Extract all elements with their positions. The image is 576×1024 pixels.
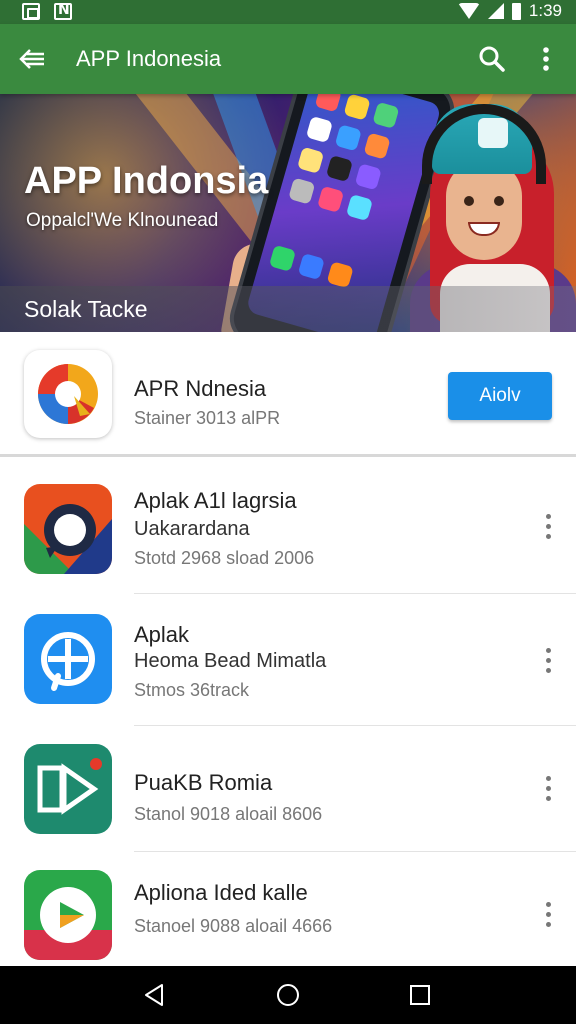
overflow-menu-button[interactable] (528, 41, 564, 77)
search-button[interactable] (474, 41, 510, 77)
list-item-subtitle: Heoma Bead Mimatla (134, 650, 327, 672)
more-vert-icon (545, 647, 551, 653)
list-item-title: PuaKB Romia (134, 770, 273, 795)
item-more-button[interactable] (534, 506, 562, 546)
list-item-meta: Stmos 36track (134, 680, 250, 700)
banner-subtitle: Oppalcl'We Klnounead (26, 210, 219, 231)
chat-bubble-icon (24, 484, 112, 574)
play-frame-icon (24, 744, 112, 834)
banner-title: APP Indonsia (24, 160, 269, 202)
gallery-icon (22, 3, 40, 20)
promo-banner[interactable]: APP Indonsia Oppalcl'We Klnounead Solak … (0, 94, 576, 332)
list-item-title: Apliona Ided kalle (134, 880, 308, 905)
n-notification-icon (54, 2, 72, 20)
app-bar: APP Indonesia (0, 24, 576, 94)
wifi-icon (457, 3, 480, 19)
back-button[interactable] (14, 41, 50, 77)
list-item-meta: Stanoel 9088 aloail 4666 (134, 916, 333, 936)
play-circle-icon (24, 870, 112, 960)
swirl-logo-icon (38, 364, 98, 424)
battery-icon (511, 2, 521, 20)
system-nav-bar (0, 966, 576, 1024)
nav-home-button[interactable] (273, 980, 303, 1010)
banner-caption: Solak Tacke (24, 296, 148, 322)
featured-app-meta: Stainer 3013 alPR (134, 408, 281, 428)
nav-recents-button[interactable] (405, 980, 435, 1010)
banner-caption-strip: Solak Tacke (0, 286, 576, 332)
back-arrow-icon (19, 49, 44, 69)
apply-button[interactable]: Aiolv (448, 372, 552, 420)
item-more-button[interactable] (534, 640, 562, 680)
search-icon (479, 46, 505, 72)
list-item-title: Aplak (134, 622, 190, 647)
item-more-button[interactable] (534, 768, 562, 808)
section-divider (0, 454, 576, 457)
pinwheel-icon (24, 614, 112, 704)
list-item-meta: Stanol 9018 aloail 8606 (134, 804, 323, 824)
list-item[interactable]: Aplak Heoma Bead Mimatla Stmos 36track (0, 594, 576, 726)
more-vert-icon (545, 901, 551, 907)
list-item-meta: Stotd 2968 sload 2006 (134, 548, 315, 568)
home-circle-icon (277, 984, 299, 1006)
featured-app[interactable]: APR Ndnesia Stainer 3013 alPR Aiolv (0, 332, 576, 454)
featured-app-name: APR Ndnesia (134, 376, 267, 401)
back-triangle-icon (145, 984, 163, 1006)
nav-back-button[interactable] (140, 980, 170, 1010)
recents-square-icon (410, 985, 430, 1005)
list-item-title: Aplak A1l lagrsia (134, 488, 297, 513)
list-item-icon (24, 870, 112, 960)
clock: 1:39 (528, 1, 562, 20)
list-item-icon (24, 614, 112, 704)
list-item[interactable]: Aplak A1l lagrsia Uakarardana Stotd 2968… (0, 470, 576, 594)
page-title: APP Indonesia (76, 46, 222, 71)
more-vert-icon (545, 513, 551, 519)
list-item[interactable]: PuaKB Romia Stanol 9018 aloail 8606 (0, 726, 576, 852)
list-item[interactable]: Apliona Ided kalle Stanoel 9088 aloail 4… (0, 852, 576, 966)
list-item-icon (24, 484, 112, 574)
signal-icon (487, 3, 504, 19)
featured-app-icon (24, 350, 112, 438)
more-vert-icon (545, 775, 551, 781)
list-item-subtitle: Uakarardana (134, 518, 250, 540)
more-vert-icon (543, 47, 549, 71)
status-bar: 1:39 (0, 0, 576, 24)
list-item-icon (24, 744, 112, 834)
item-more-button[interactable] (534, 894, 562, 934)
